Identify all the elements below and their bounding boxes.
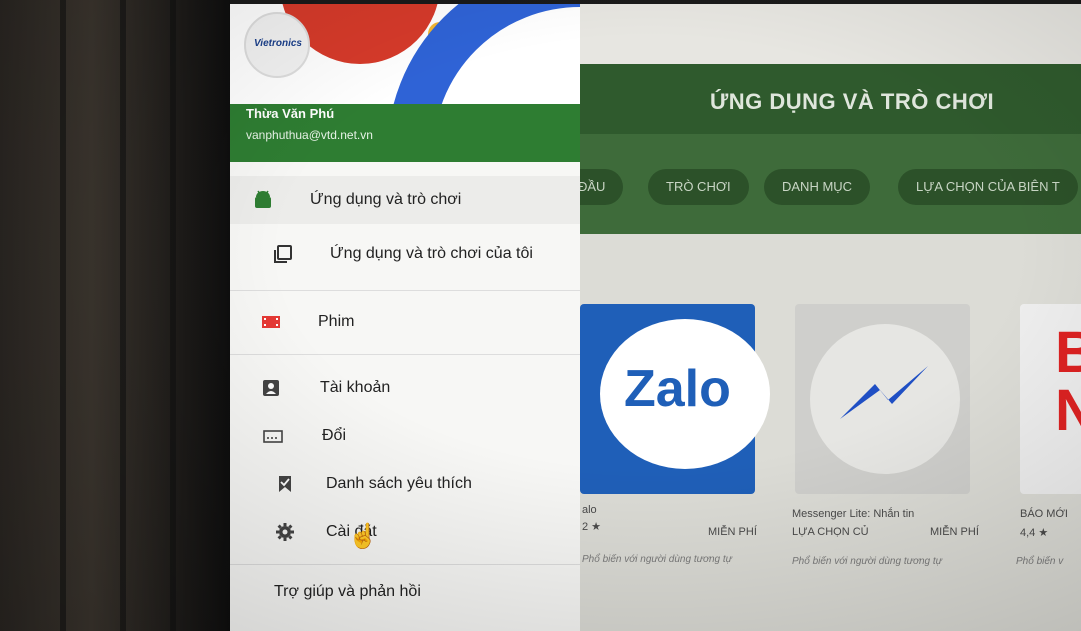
app-name: alo: [582, 504, 597, 516]
divider: [230, 354, 580, 355]
drawer-header: Vietronics Thừa Văn Phú vanphuthua@vtd.n…: [230, 4, 580, 162]
account-icon: [260, 377, 282, 399]
zalo-logo: Zalo: [624, 360, 731, 418]
user-name: Thừa Văn Phú: [246, 106, 335, 121]
wishlist-icon: [274, 473, 296, 495]
messenger-bolt-icon: [840, 366, 928, 419]
app-price: MIỄN PHÍ: [930, 526, 979, 538]
menu-item-apps-games[interactable]: Ứng dụng và trò chơi: [230, 176, 580, 224]
menu-item-movies[interactable]: Phim: [230, 298, 580, 346]
monitor-bezel: [0, 0, 230, 631]
app-note: Phổ biến v: [1016, 556, 1064, 567]
tab-games[interactable]: TRÒ CHƠI: [648, 169, 749, 205]
cable: [120, 0, 126, 631]
cable: [60, 0, 66, 631]
menu-item-settings[interactable]: Cài đặt: [230, 508, 580, 556]
avatar-logo-text: Vietronics: [254, 38, 302, 49]
tv-screen: ỨNG DỤNG VÀ TRÒ CHƠI ĐẦU TRÒ CHƠI DANH M…: [230, 4, 1081, 631]
menu-item-redeem[interactable]: Đổi: [230, 412, 580, 460]
avatar[interactable]: Vietronics: [244, 12, 310, 78]
menu-item-label: Phim: [318, 313, 355, 330]
tab-categories[interactable]: DANH MỤC: [764, 169, 871, 205]
app-note: Phổ biến với người dùng tương tự: [792, 556, 943, 567]
app-name: Messenger Lite: Nhắn tin: [792, 508, 915, 520]
app-rating: 4,4 ★: [1020, 527, 1049, 539]
menu-item-help-feedback[interactable]: Trợ giúp và phản hồi: [230, 568, 580, 616]
android-icon: [252, 189, 274, 211]
gear-icon: [274, 521, 296, 543]
tab-editors-choice[interactable]: LỰA CHỌN CỦA BIÊN T: [898, 169, 1078, 205]
film-icon: [260, 311, 282, 333]
menu-item-wishlist[interactable]: Danh sách yêu thích: [230, 460, 580, 508]
hand-cursor-icon: ☝: [348, 523, 378, 550]
navigation-drawer: Vietronics Thừa Văn Phú vanphuthua@vtd.n…: [230, 4, 580, 631]
menu-item-label: Trợ giúp và phản hồi: [274, 583, 421, 600]
app-price: MIỄN PHÍ: [708, 526, 757, 538]
menu-item-my-apps[interactable]: Ứng dụng và trò chơi của tôi: [230, 230, 580, 278]
menu-item-label: Danh sách yêu thích: [326, 475, 472, 492]
app-rating: LỰA CHỌN CỦ: [792, 526, 869, 538]
menu-item-label: Tài khoản: [320, 379, 391, 396]
app-name: BÁO MỚI: [1020, 508, 1068, 520]
app-note: Phổ biến với người dùng tương tự: [582, 554, 733, 565]
menu-item-label: Ứng dụng và trò chơi của tôi: [330, 245, 533, 262]
menu-item-label: Ứng dụng và trò chơi: [310, 191, 462, 208]
divider: [230, 564, 580, 565]
baomoi-logo: B N: [1055, 324, 1081, 440]
cable: [170, 0, 176, 631]
menu-item-label: Đổi: [322, 427, 347, 444]
user-email: vanphuthua@vtd.net.vn: [246, 128, 373, 142]
menu-item-account[interactable]: Tài khoản: [230, 364, 580, 412]
redeem-icon: [262, 425, 284, 447]
divider: [230, 290, 580, 291]
library-icon: [272, 243, 294, 265]
store-title: ỨNG DỤNG VÀ TRÒ CHƠI: [710, 89, 995, 114]
app-rating: 2 ★: [582, 521, 602, 533]
